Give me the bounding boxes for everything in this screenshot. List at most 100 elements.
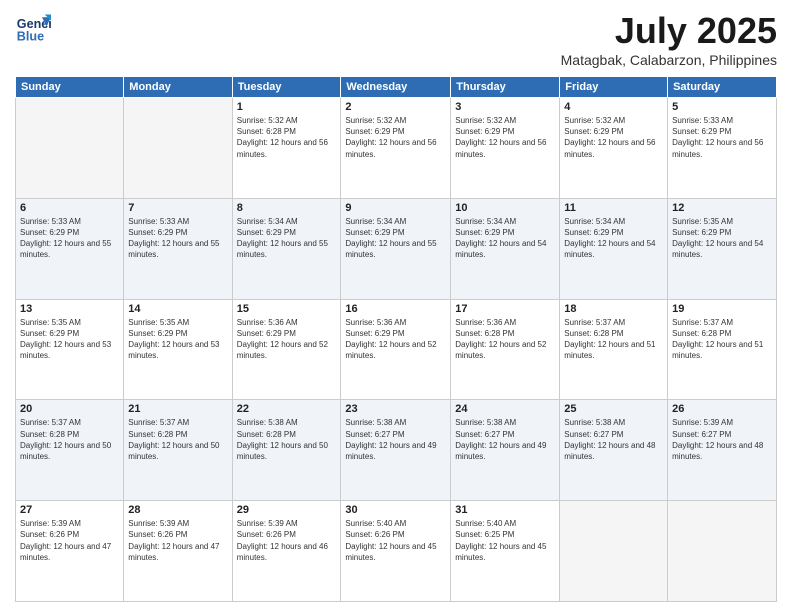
calendar-cell: 21Sunrise: 5:37 AMSunset: 6:28 PMDayligh… [124,400,232,501]
calendar-cell [668,501,777,602]
day-info: Sunrise: 5:33 AMSunset: 6:29 PMDaylight:… [20,216,119,261]
calendar-week-row: 27 Sunrise: 5:39 AMSunset: 6:26 PMDayligh… [16,501,777,602]
day-info: Sunrise: 5:40 AMSunset: 6:25 PMDaylight:… [455,518,555,563]
day-number: 11 [564,202,663,214]
calendar-cell: 30 Sunrise: 5:40 AMSunset: 6:26 PMDayligh… [341,501,451,602]
day-info: Sunrise: 5:34 AMSunset: 6:29 PMDaylight:… [345,216,446,261]
day-info: Sunrise: 5:32 AMSunset: 6:29 PMDaylight:… [455,115,555,160]
calendar-cell: 2 Sunrise: 5:32 AMSunset: 6:29 PMDaylight… [341,98,451,199]
col-friday: Friday [560,77,668,98]
logo: General Blue [15,10,51,46]
day-number: 5 [672,101,772,113]
svg-text:Blue: Blue [17,30,44,44]
day-number: 9 [345,202,446,214]
day-number: 18 [564,303,663,315]
day-info: Sunrise: 5:38 AMSunset: 6:27 PMDaylight:… [345,417,446,462]
day-number: 10 [455,202,555,214]
calendar-cell: 14Sunrise: 5:35 AMSunset: 6:29 PMDayligh… [124,299,232,400]
day-number: 30 [345,504,446,516]
day-info: Sunrise: 5:35 AMSunset: 6:29 PMDaylight:… [20,317,119,362]
day-info: Sunrise: 5:38 AMSunset: 6:28 PMDaylight:… [237,417,337,462]
day-info: Sunrise: 5:32 AMSunset: 6:29 PMDaylight:… [564,115,663,160]
day-number: 17 [455,303,555,315]
calendar-cell: 7 Sunrise: 5:33 AMSunset: 6:29 PMDaylight… [124,198,232,299]
day-number: 19 [672,303,772,315]
calendar-cell: 31 Sunrise: 5:40 AMSunset: 6:25 PMDayligh… [451,501,560,602]
header-row: Sunday Monday Tuesday Wednesday Thursday… [16,77,777,98]
day-info: Sunrise: 5:38 AMSunset: 6:27 PMDaylight:… [455,417,555,462]
day-number: 3 [455,101,555,113]
col-tuesday: Tuesday [232,77,341,98]
page: General Blue July 2025 Matagbak, Calabar… [0,0,792,612]
day-number: 28 [128,504,227,516]
day-info: Sunrise: 5:34 AMSunset: 6:29 PMDaylight:… [237,216,337,261]
calendar: Sunday Monday Tuesday Wednesday Thursday… [15,76,777,602]
header: General Blue July 2025 Matagbak, Calabar… [15,10,777,68]
day-info: Sunrise: 5:39 AMSunset: 6:26 PMDaylight:… [237,518,337,563]
day-info: Sunrise: 5:37 AMSunset: 6:28 PMDaylight:… [672,317,772,362]
calendar-cell: 25 Sunrise: 5:38 AMSunset: 6:27 PMDayligh… [560,400,668,501]
day-info: Sunrise: 5:36 AMSunset: 6:29 PMDaylight:… [345,317,446,362]
calendar-cell: 18Sunrise: 5:37 AMSunset: 6:28 PMDayligh… [560,299,668,400]
day-info: Sunrise: 5:34 AMSunset: 6:29 PMDaylight:… [564,216,663,261]
day-info: Sunrise: 5:36 AMSunset: 6:28 PMDaylight:… [455,317,555,362]
calendar-cell: 4 Sunrise: 5:32 AMSunset: 6:29 PMDaylight… [560,98,668,199]
calendar-week-row: 13Sunrise: 5:35 AMSunset: 6:29 PMDayligh… [16,299,777,400]
day-number: 23 [345,403,446,415]
day-number: 16 [345,303,446,315]
col-sunday: Sunday [16,77,124,98]
calendar-cell [124,98,232,199]
day-number: 4 [564,101,663,113]
day-number: 27 [20,504,119,516]
calendar-cell: 9 Sunrise: 5:34 AMSunset: 6:29 PMDaylight… [341,198,451,299]
day-number: 15 [237,303,337,315]
day-info: Sunrise: 5:33 AMSunset: 6:29 PMDaylight:… [672,115,772,160]
calendar-cell: 24 Sunrise: 5:38 AMSunset: 6:27 PMDayligh… [451,400,560,501]
day-info: Sunrise: 5:39 AMSunset: 6:26 PMDaylight:… [20,518,119,563]
day-number: 14 [128,303,227,315]
calendar-cell: 12Sunrise: 5:35 AMSunset: 6:29 PMDayligh… [668,198,777,299]
day-number: 29 [237,504,337,516]
day-info: Sunrise: 5:40 AMSunset: 6:26 PMDaylight:… [345,518,446,563]
col-thursday: Thursday [451,77,560,98]
day-number: 20 [20,403,119,415]
day-number: 24 [455,403,555,415]
calendar-cell [16,98,124,199]
calendar-cell: 17 Sunrise: 5:36 AMSunset: 6:28 PMDayligh… [451,299,560,400]
calendar-cell: 23 Sunrise: 5:38 AMSunset: 6:27 PMDayligh… [341,400,451,501]
day-number: 26 [672,403,772,415]
day-info: Sunrise: 5:33 AMSunset: 6:29 PMDaylight:… [128,216,227,261]
day-number: 6 [20,202,119,214]
calendar-cell: 19 Sunrise: 5:37 AMSunset: 6:28 PMDayligh… [668,299,777,400]
day-number: 31 [455,504,555,516]
day-number: 2 [345,101,446,113]
month-title: July 2025 [561,10,777,52]
calendar-cell: 20Sunrise: 5:37 AMSunset: 6:28 PMDayligh… [16,400,124,501]
calendar-cell: 26Sunrise: 5:39 AMSunset: 6:27 PMDayligh… [668,400,777,501]
calendar-week-row: 6 Sunrise: 5:33 AMSunset: 6:29 PMDaylight… [16,198,777,299]
day-info: Sunrise: 5:34 AMSunset: 6:29 PMDaylight:… [455,216,555,261]
title-block: July 2025 Matagbak, Calabarzon, Philippi… [561,10,777,68]
col-monday: Monday [124,77,232,98]
calendar-cell: 28Sunrise: 5:39 AMSunset: 6:26 PMDayligh… [124,501,232,602]
calendar-cell: 8Sunrise: 5:34 AMSunset: 6:29 PMDaylight… [232,198,341,299]
calendar-cell: 10 Sunrise: 5:34 AMSunset: 6:29 PMDayligh… [451,198,560,299]
calendar-cell: 29 Sunrise: 5:39 AMSunset: 6:26 PMDayligh… [232,501,341,602]
calendar-week-row: 20Sunrise: 5:37 AMSunset: 6:28 PMDayligh… [16,400,777,501]
calendar-cell: 11 Sunrise: 5:34 AMSunset: 6:29 PMDayligh… [560,198,668,299]
day-number: 12 [672,202,772,214]
calendar-cell: 27 Sunrise: 5:39 AMSunset: 6:26 PMDayligh… [16,501,124,602]
calendar-cell: 1 Sunrise: 5:32 AMSunset: 6:28 PMDaylight… [232,98,341,199]
calendar-cell: 15 Sunrise: 5:36 AMSunset: 6:29 PMDayligh… [232,299,341,400]
day-info: Sunrise: 5:38 AMSunset: 6:27 PMDaylight:… [564,417,663,462]
calendar-cell: 5 Sunrise: 5:33 AMSunset: 6:29 PMDaylight… [668,98,777,199]
day-number: 1 [237,101,337,113]
day-number: 7 [128,202,227,214]
calendar-cell: 13Sunrise: 5:35 AMSunset: 6:29 PMDayligh… [16,299,124,400]
logo-icon: General Blue [15,10,51,46]
day-number: 25 [564,403,663,415]
day-info: Sunrise: 5:36 AMSunset: 6:29 PMDaylight:… [237,317,337,362]
day-info: Sunrise: 5:32 AMSunset: 6:29 PMDaylight:… [345,115,446,160]
calendar-cell: 16 Sunrise: 5:36 AMSunset: 6:29 PMDayligh… [341,299,451,400]
day-info: Sunrise: 5:32 AMSunset: 6:28 PMDaylight:… [237,115,337,160]
